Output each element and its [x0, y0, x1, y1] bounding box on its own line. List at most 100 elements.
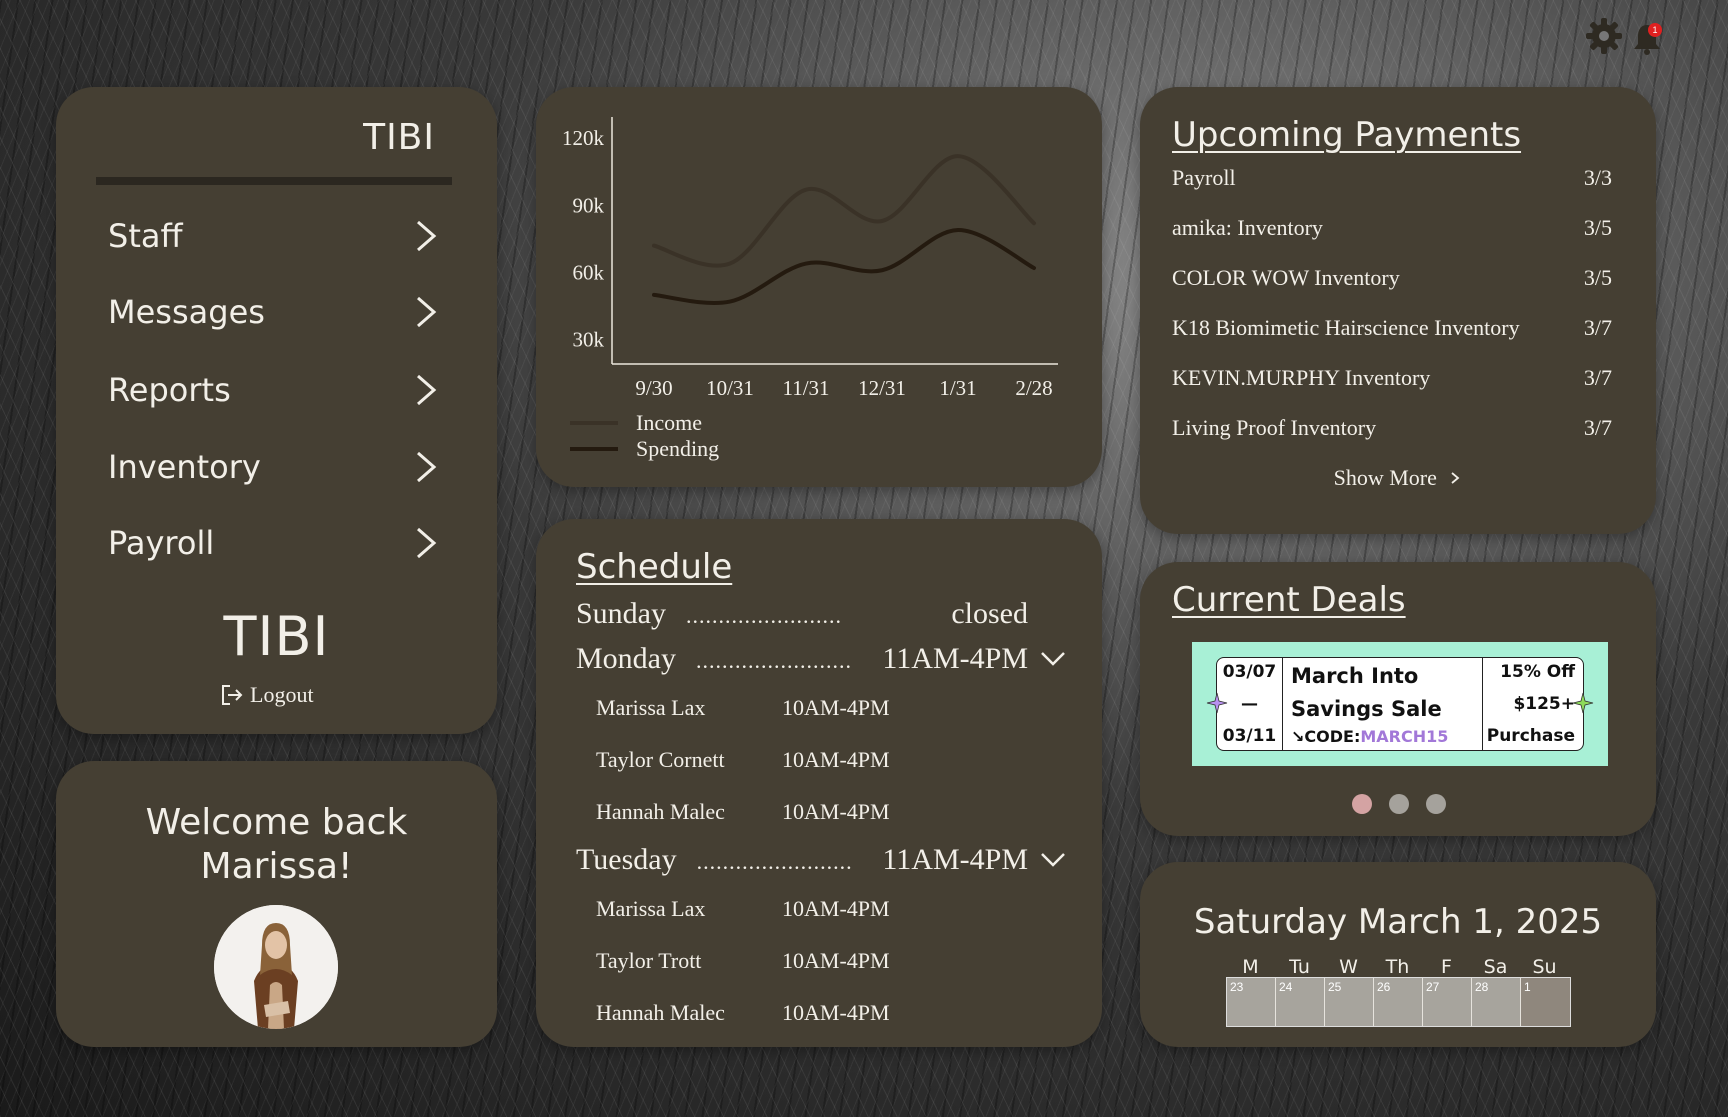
staff-shift-row: Taylor Trott 10AM-4PM [596, 948, 890, 974]
weekday-label: M [1242, 956, 1259, 978]
upcoming-payments-card: Upcoming Payments Payroll 3/3 amika: Inv… [1140, 87, 1656, 534]
show-more-label: Show More [1333, 465, 1437, 490]
payment-name: Payroll [1172, 165, 1236, 190]
welcome-message: Welcome back Marissa! [56, 801, 497, 889]
nav-item-label: Reports [108, 371, 231, 409]
payment-row[interactable]: Payroll 3/3 [1172, 165, 1612, 191]
legend-label: Spending [636, 436, 719, 461]
day-name: Sunday [576, 597, 666, 630]
nav-item-messages[interactable]: Messages [108, 287, 438, 337]
sparkle-icon [1206, 692, 1228, 714]
weekday-label: Tu [1289, 956, 1310, 978]
deal-date-dash: — [1241, 694, 1258, 714]
nav-item-staff[interactable]: Staff [108, 211, 438, 261]
logout-button[interactable]: Logout [220, 682, 314, 708]
staff-name: Marissa Lax [596, 695, 706, 720]
calendar-day[interactable]: 24 [1276, 978, 1325, 1026]
gear-icon[interactable] [1584, 16, 1624, 56]
staff-name: Taylor Cornett [596, 747, 725, 772]
welcome-line-2: Marissa! [200, 846, 353, 887]
calendar-day[interactable]: 26 [1374, 978, 1423, 1026]
staff-shift-row: Marissa Lax 10AM-4PM [596, 695, 890, 721]
calendar-day[interactable]: 28 [1472, 978, 1521, 1026]
payment-row[interactable]: Living Proof Inventory 3/7 [1172, 415, 1612, 441]
y-tick-label: 120k [562, 126, 605, 150]
dot-leader: ........................ [696, 849, 853, 874]
calendar-day-today[interactable]: 1 [1521, 978, 1570, 1026]
nav-item-reports[interactable]: Reports [108, 365, 438, 415]
y-tick-label: 60k [573, 260, 605, 284]
week-row: 23 24 25 26 27 28 1 [1226, 977, 1571, 1027]
x-tick-label: 10/31 [706, 376, 754, 400]
brand-logo-top: TIBI [363, 117, 435, 158]
payment-date: 3/7 [1583, 315, 1612, 340]
carousel-dot[interactable] [1352, 794, 1372, 814]
chevron-right-icon [417, 527, 437, 559]
nav-item-label: Staff [108, 217, 183, 255]
staff-shift-row: Hannah Malec 10AM-4PM [596, 799, 890, 825]
x-tick-label: 12/31 [858, 376, 906, 400]
brand-logo: TIBI [223, 605, 330, 668]
staff-hours: 10AM-4PM [782, 747, 890, 772]
payment-row[interactable]: amika: Inventory 3/5 [1172, 215, 1612, 241]
weekday-label: Th [1385, 956, 1410, 978]
carousel-dot[interactable] [1389, 794, 1409, 814]
payment-name: K18 Biomimetic Hairscience Inventory [1172, 315, 1520, 340]
chevron-right-icon [417, 296, 437, 328]
payment-date: 3/5 [1583, 215, 1612, 240]
chevron-right-icon [1451, 472, 1460, 484]
show-more-button[interactable]: Show More [1140, 465, 1656, 491]
legend-label: Income [636, 410, 702, 435]
x-tick-label: 11/31 [782, 376, 829, 400]
staff-hours: 10AM-4PM [782, 1000, 890, 1025]
nav-item-label: Payroll [108, 524, 215, 562]
carousel-dot[interactable] [1426, 794, 1446, 814]
nav-item-label: Inventory [108, 448, 261, 486]
series-line-income [652, 154, 1036, 268]
deal-name-line-1: March Into [1291, 664, 1419, 688]
deal-details: March Into Savings Sale ↘CODE:MARCH15 [1283, 658, 1483, 750]
staff-shift-row: Marissa Lax 10AM-4PM [596, 896, 890, 922]
notification-badge: 1 [1648, 23, 1662, 37]
chevron-right-icon [417, 220, 437, 252]
payment-row[interactable]: COLOR WOW Inventory 3/5 [1172, 265, 1612, 291]
nav-item-payroll[interactable]: Payroll [108, 518, 438, 568]
chevron-right-icon [417, 374, 437, 406]
staff-hours: 10AM-4PM [782, 948, 890, 973]
schedule-card: Schedule Sunday ........................… [536, 519, 1102, 1047]
payment-row[interactable]: KEVIN.MURPHY Inventory 3/7 [1172, 365, 1612, 391]
schedule-day-tuesday[interactable]: Tuesday ........................ 11AM-4P… [576, 843, 1066, 877]
calendar-day[interactable]: 23 [1227, 978, 1276, 1026]
deal-offer-line-1: 15% Off [1500, 662, 1575, 682]
current-deals-card: Current Deals 03/07 — 03/11 March Into S… [1140, 562, 1656, 836]
nav-divider [96, 177, 452, 185]
nav-item-label: Messages [108, 293, 265, 331]
welcome-card: Welcome back Marissa! [56, 761, 497, 1047]
schedule-title: Schedule [576, 547, 733, 587]
avatar[interactable] [214, 905, 338, 1029]
schedule-day-sunday: Sunday ........................ closed [576, 597, 1066, 631]
payment-name: KEVIN.MURPHY Inventory [1172, 365, 1431, 390]
deal-code-prefix: ↘CODE: [1291, 727, 1361, 746]
payments-title: Upcoming Payments [1172, 115, 1522, 155]
income-spending-chart-card: 120k 90k 60k 30k 9/30 10/31 11/31 12/31 1/31 2/28… [536, 87, 1102, 487]
calendar-day[interactable]: 27 [1423, 978, 1472, 1026]
payment-row[interactable]: K18 Biomimetic Hairscience Inventory 3/7 [1172, 315, 1612, 341]
chevron-down-icon[interactable] [1040, 651, 1066, 667]
schedule-day-monday[interactable]: Monday ........................ 11AM-4PM [576, 642, 1066, 676]
dot-leader: ........................ [686, 603, 842, 628]
payment-name: COLOR WOW Inventory [1172, 265, 1400, 290]
x-tick-label: 9/30 [635, 376, 672, 400]
deal-banner[interactable]: 03/07 — 03/11 March Into Savings Sale ↘C… [1192, 642, 1608, 766]
chevron-down-icon[interactable] [1040, 852, 1066, 868]
nav-item-inventory[interactable]: Inventory [108, 442, 438, 492]
calendar-day[interactable]: 25 [1325, 978, 1374, 1026]
payment-date: 3/7 [1583, 365, 1612, 390]
top-icons: 1 [1584, 16, 1664, 64]
deal-code-value: MARCH15 [1360, 727, 1449, 746]
welcome-line-1: Welcome back [145, 802, 408, 843]
staff-shift-row: Hannah Malec 10AM-4PM [596, 1000, 890, 1026]
weekday-label: F [1441, 956, 1452, 978]
staff-hours: 10AM-4PM [782, 799, 890, 824]
staff-name: Taylor Trott [596, 948, 702, 973]
